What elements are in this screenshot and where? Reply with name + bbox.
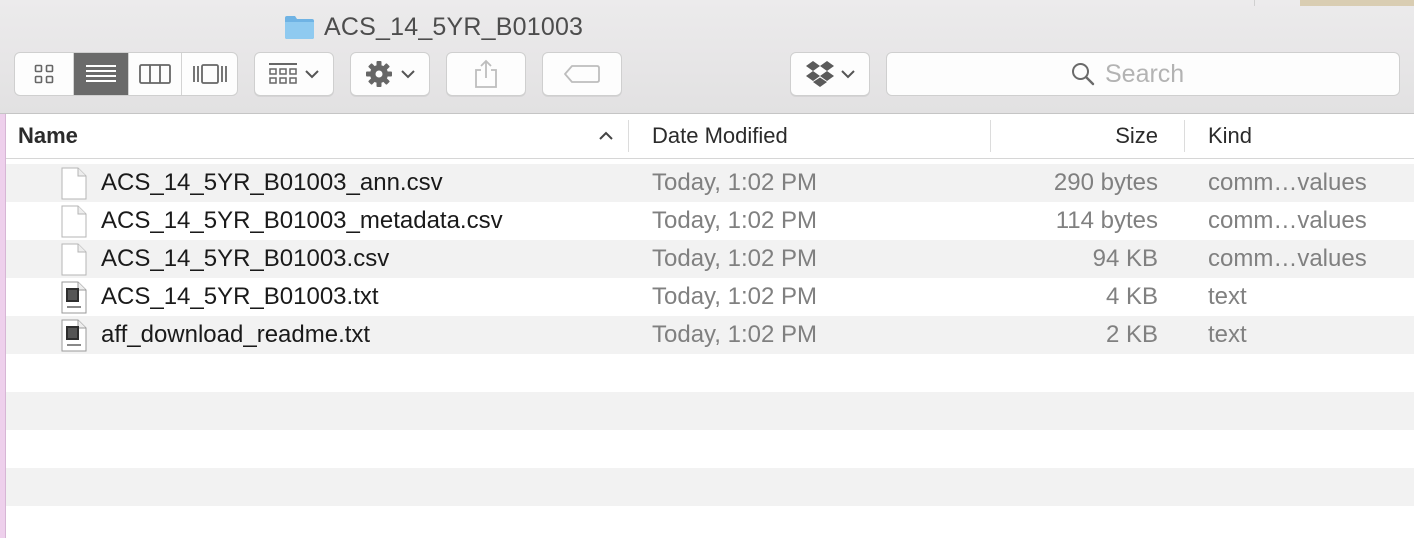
file-size: 94 KB — [1092, 245, 1158, 272]
chevron-down-icon — [841, 70, 855, 79]
window-title-text: ACS_14_5YR_B01003 — [324, 12, 584, 41]
file-size: 290 bytes — [1053, 169, 1158, 196]
document-icon — [61, 243, 87, 276]
file-row[interactable]: ACS_14_5YR_B01003_ann.csv Today, 1:02 PM… — [6, 164, 1414, 202]
column-header-name-label: Name — [18, 123, 78, 148]
tag-icon — [564, 65, 600, 83]
file-date: Today, 1:02 PM — [652, 207, 817, 234]
file-date: Today, 1:02 PM — [652, 169, 817, 196]
file-name: ACS_14_5YR_B01003_metadata.csv — [101, 207, 503, 234]
chevron-down-icon — [401, 70, 415, 79]
grid-icon — [34, 64, 54, 84]
background-window-edge — [1300, 0, 1414, 6]
list-icon — [86, 65, 116, 82]
file-kind: comm…values — [1208, 207, 1367, 234]
file-kind: text — [1208, 283, 1247, 310]
chevron-down-icon — [305, 70, 319, 79]
finder-window: ACS_14_5YR_B01003 Search Name Date Modif… — [0, 0, 1414, 538]
column-header-date-label: Date Modified — [652, 123, 788, 148]
file-size: 4 KB — [1105, 283, 1158, 310]
file-kind: comm…values — [1208, 169, 1367, 196]
file-name: ACS_14_5YR_B01003_ann.csv — [101, 169, 443, 196]
column-header-date[interactable]: Date Modified — [652, 114, 982, 158]
coverflow-icon — [192, 64, 227, 84]
search-input[interactable] — [1105, 59, 1215, 89]
column-header-size[interactable]: Size — [996, 114, 1158, 158]
file-row[interactable]: ACS_14_5YR_B01003_metadata.csv Today, 1:… — [6, 202, 1414, 240]
file-date: Today, 1:02 PM — [652, 321, 817, 348]
text-file-icon — [61, 281, 87, 314]
share-icon — [475, 59, 497, 88]
file-date: Today, 1:02 PM — [652, 245, 817, 272]
file-row[interactable]: ACS_14_5YR_B01003.txt Today, 1:02 PM 4 K… — [6, 278, 1414, 316]
column-header-size-label: Size — [1115, 123, 1158, 148]
column-divider[interactable] — [1184, 120, 1185, 152]
toolbar: ACS_14_5YR_B01003 — [0, 0, 1414, 114]
background-window-divider — [1254, 0, 1255, 6]
file-kind: text — [1208, 321, 1247, 348]
dropbox-button[interactable] — [790, 52, 870, 96]
action-button[interactable] — [350, 52, 430, 96]
file-row[interactable]: aff_download_readme.txt Today, 1:02 PM 2… — [6, 316, 1414, 354]
empty-row — [6, 468, 1414, 506]
empty-row — [6, 354, 1414, 392]
column-header-name[interactable]: Name — [18, 114, 628, 158]
column-headers: Name Date Modified Size Kind — [6, 114, 1414, 159]
column-header-kind[interactable]: Kind — [1208, 114, 1408, 158]
file-name: aff_download_readme.txt — [101, 321, 371, 348]
file-row[interactable]: ACS_14_5YR_B01003.csv Today, 1:02 PM 94 … — [6, 240, 1414, 278]
folder-icon — [285, 16, 314, 39]
search-field[interactable] — [886, 52, 1400, 96]
arrange-grid-icon — [269, 63, 297, 84]
file-kind: comm…values — [1208, 245, 1367, 272]
column-divider[interactable] — [990, 120, 991, 152]
empty-row — [6, 430, 1414, 468]
arrange-button[interactable] — [254, 52, 334, 96]
document-icon — [61, 167, 87, 200]
share-button[interactable] — [446, 52, 526, 96]
file-list: ACS_14_5YR_B01003_ann.csv Today, 1:02 PM… — [6, 164, 1414, 538]
columns-icon — [139, 64, 171, 84]
column-view-button[interactable] — [129, 53, 182, 95]
gear-icon — [366, 61, 392, 87]
file-name: ACS_14_5YR_B01003.txt — [101, 283, 379, 310]
document-icon — [61, 205, 87, 238]
chevron-up-icon — [599, 131, 613, 140]
list-view-button[interactable] — [74, 53, 129, 95]
coverflow-view-button[interactable] — [182, 53, 237, 95]
dropbox-icon — [806, 61, 834, 87]
icon-view-button[interactable] — [15, 53, 74, 95]
empty-row — [6, 506, 1414, 538]
column-divider[interactable] — [628, 120, 629, 152]
file-size: 2 KB — [1105, 321, 1158, 348]
text-file-icon — [61, 319, 87, 352]
view-mode-control — [14, 52, 238, 96]
file-name: ACS_14_5YR_B01003.csv — [101, 245, 390, 272]
empty-row — [6, 392, 1414, 430]
column-header-kind-label: Kind — [1208, 123, 1253, 148]
search-icon — [1072, 63, 1095, 86]
file-date: Today, 1:02 PM — [652, 283, 817, 310]
window-title: ACS_14_5YR_B01003 — [284, 10, 583, 44]
file-size: 114 bytes — [1055, 207, 1158, 234]
tags-button[interactable] — [542, 52, 622, 96]
